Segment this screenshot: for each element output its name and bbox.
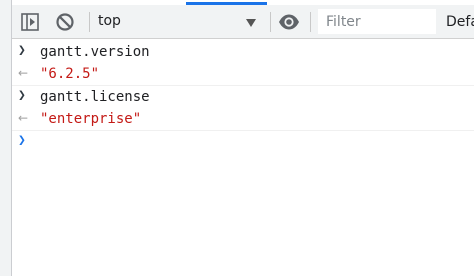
log-levels-dropdown[interactable]: Defa bbox=[446, 14, 474, 30]
console-output: ❯ gantt.version ← "6.2.5" ❯ gantt.licens… bbox=[12, 39, 474, 276]
console-result-value[interactable]: "6.2.5" bbox=[40, 66, 99, 82]
chevron-right-icon: ❯ bbox=[18, 88, 26, 103]
console-input-line: ❯ gantt.license bbox=[12, 86, 474, 108]
console-result-line: ← "enterprise" bbox=[12, 108, 474, 131]
context-selector[interactable]: top bbox=[96, 8, 268, 35]
sidebar-toggle-icon[interactable] bbox=[19, 11, 41, 33]
eye-icon[interactable] bbox=[278, 13, 300, 31]
panel-left-edge bbox=[0, 0, 12, 276]
console-toolbar: top Defa bbox=[12, 5, 474, 39]
result-arrow-icon: ← bbox=[18, 111, 29, 125]
toolbar-separator bbox=[270, 12, 271, 32]
toolbar-separator bbox=[310, 12, 311, 32]
console-prompt[interactable]: ❯ bbox=[12, 131, 474, 153]
console-result-line: ← "6.2.5" bbox=[12, 63, 474, 86]
toolbar-separator bbox=[89, 12, 90, 32]
chevron-down-icon bbox=[246, 19, 256, 27]
chevron-right-icon: ❯ bbox=[18, 43, 26, 58]
filter-input[interactable] bbox=[318, 9, 436, 34]
console-result-value[interactable]: "enterprise" bbox=[40, 111, 141, 127]
console-input-line: ❯ gantt.version bbox=[12, 41, 474, 63]
result-arrow-icon: ← bbox=[18, 66, 29, 80]
clear-console-icon[interactable] bbox=[54, 11, 76, 33]
context-label: top bbox=[98, 13, 121, 29]
console-command: gantt.version bbox=[40, 44, 150, 60]
console-command: gantt.license bbox=[40, 89, 150, 105]
chevron-right-icon: ❯ bbox=[18, 133, 26, 148]
